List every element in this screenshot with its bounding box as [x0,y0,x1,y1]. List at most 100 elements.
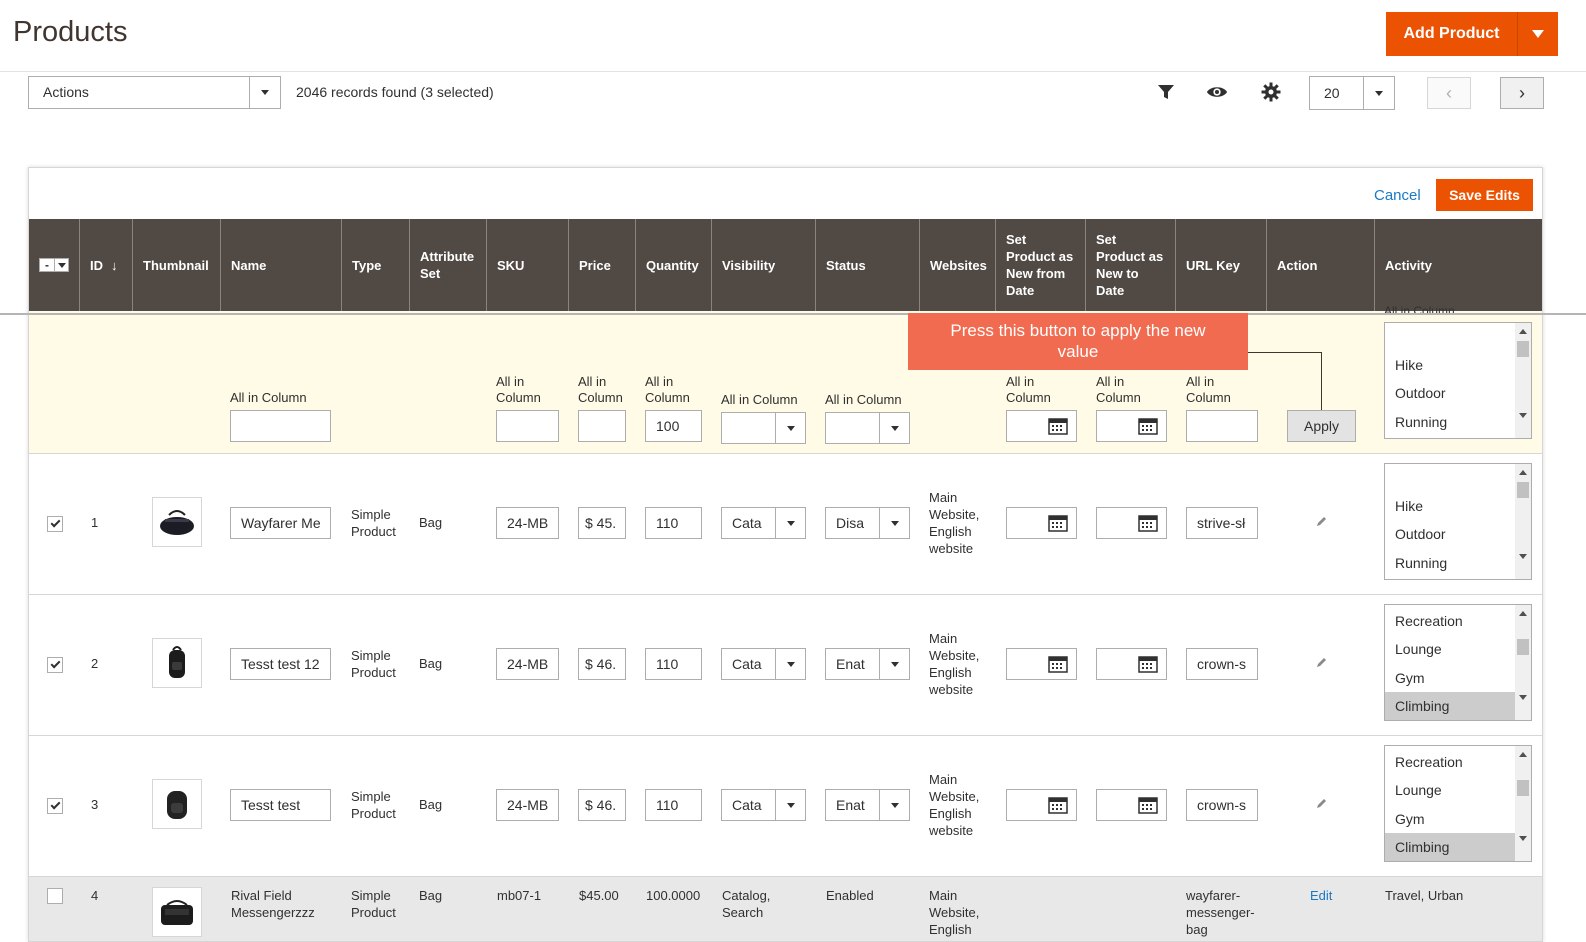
actions-dropdown[interactable]: Actions [28,76,281,109]
per-page-toggle[interactable] [1363,77,1394,109]
row-price-input[interactable]: $ 45. [578,507,626,539]
row-new-from-date[interactable] [1006,648,1077,680]
product-thumbnail[interactable] [152,638,202,688]
actions-dropdown-toggle[interactable] [249,77,280,108]
row-url-key-input[interactable]: crown-s [1186,648,1258,680]
product-thumbnail[interactable] [152,887,202,937]
activity-scrollbar[interactable] [1515,464,1531,579]
gear-icon[interactable] [1260,82,1282,102]
pencil-icon[interactable] [1315,798,1327,810]
activity-scrollbar[interactable] [1515,323,1531,438]
activity-option[interactable]: Lounge [1385,776,1515,804]
per-page-select[interactable]: 20 [1309,76,1395,110]
row-new-to-date[interactable] [1096,648,1167,680]
calendar-icon[interactable] [1138,514,1158,532]
calendar-icon[interactable] [1138,655,1158,673]
activity-option[interactable]: Running [1385,549,1515,577]
header-status[interactable]: Status [816,219,920,311]
header-visibility[interactable]: Visibility [712,219,816,311]
row-visibility-select[interactable]: Cata [721,507,806,539]
row-new-to-date[interactable] [1096,507,1167,539]
activity-option-selected[interactable]: Climbing [1385,692,1515,720]
row-activity-multiselect[interactable]: Recreation Lounge Gym Climbing [1384,745,1532,862]
add-product-label[interactable]: Add Product [1386,12,1518,56]
save-edits-button[interactable]: Save Edits [1436,179,1533,211]
pencil-icon[interactable] [1315,657,1327,669]
header-price[interactable]: Price [569,219,636,311]
activity-option[interactable]: Hike [1385,492,1515,520]
activity-scrollbar[interactable] [1515,605,1531,720]
prev-page-button[interactable]: ‹ [1427,77,1471,109]
header-new-to-date[interactable]: Set Product as New to Date [1086,219,1176,311]
header-sku[interactable]: SKU [487,219,569,311]
header-id[interactable]: ID ↓ [80,219,133,311]
activity-option[interactable]: Recreation [1385,748,1515,776]
row-checkbox[interactable] [47,798,63,814]
row-quantity-input[interactable]: 110 [645,648,702,680]
activity-option-selected[interactable]: Climbing [1385,833,1515,861]
activity-option[interactable]: Gym [1385,805,1515,833]
mass-sku-input[interactable] [496,410,559,442]
row-name-input[interactable]: Tesst test 12 [230,648,331,680]
activity-scrollbar[interactable] [1515,746,1531,861]
mass-visibility-select[interactable] [721,412,806,444]
row-price-input[interactable]: $ 46. [578,789,626,821]
activity-option[interactable]: Outdoor [1385,520,1515,548]
row-new-to-date[interactable] [1096,789,1167,821]
activity-option[interactable]: Hike [1385,351,1515,379]
pencil-icon[interactable] [1315,516,1327,528]
calendar-icon[interactable] [1048,655,1068,673]
row-checkbox[interactable] [47,516,63,532]
row-activity-multiselect[interactable]: Recreation Lounge Gym Climbing [1384,604,1532,721]
row-status-select[interactable]: Enat [825,648,910,680]
header-name[interactable]: Name [221,219,342,311]
row-visibility-select[interactable]: Cata [721,648,806,680]
add-product-button[interactable]: Add Product [1386,12,1558,56]
row-edit-link[interactable]: Edit [1310,887,1332,904]
mass-new-from-date[interactable] [1006,410,1077,442]
row-sku-input[interactable]: 24-MB [496,648,559,680]
add-product-dropdown-toggle[interactable] [1518,12,1558,56]
header-type[interactable]: Type [342,219,410,311]
mass-price-input[interactable] [578,410,626,442]
row-status-select[interactable]: Enat [825,789,910,821]
calendar-icon[interactable] [1138,796,1158,814]
activity-option[interactable]: Recreation [1385,607,1515,635]
row-sku-input[interactable]: 24-MB [496,789,559,821]
row-price-input[interactable]: $ 46. [578,648,626,680]
header-url-key[interactable]: URL Key [1176,219,1267,311]
calendar-icon[interactable] [1138,417,1158,435]
apply-button[interactable]: Apply [1287,410,1356,442]
row-new-from-date[interactable] [1006,507,1077,539]
header-attribute-set[interactable]: Attribute Set [410,219,487,311]
activity-option[interactable]: Lounge [1385,635,1515,663]
row-new-from-date[interactable] [1006,789,1077,821]
mass-status-select[interactable] [825,412,910,444]
row-visibility-select[interactable]: Cata [721,789,806,821]
mass-name-input[interactable] [230,410,331,442]
next-page-button[interactable]: › [1500,77,1544,109]
activity-option[interactable]: Gym [1385,664,1515,692]
mass-url-key-input[interactable] [1186,410,1258,442]
calendar-icon[interactable] [1048,514,1068,532]
calendar-icon[interactable] [1048,796,1068,814]
row-name-input[interactable]: Tesst test [230,789,331,821]
row-name-input[interactable]: Wayfarer Me [230,507,331,539]
activity-option[interactable]: Running [1385,408,1515,436]
row-url-key-input[interactable]: crown-s [1186,789,1258,821]
header-mass-select[interactable]: - [29,219,80,311]
cancel-edits-link[interactable]: Cancel [1374,187,1421,204]
product-thumbnail[interactable] [152,779,202,829]
mass-new-to-date[interactable] [1096,410,1167,442]
filter-icon[interactable] [1155,82,1177,102]
row-checkbox[interactable] [47,657,63,673]
row-url-key-input[interactable]: strive-sł [1186,507,1258,539]
row-activity-multiselect[interactable]: Hike Outdoor Running [1384,463,1532,580]
row-quantity-input[interactable]: 110 [645,507,702,539]
mass-select-toggle[interactable] [55,258,69,272]
calendar-icon[interactable] [1048,417,1068,435]
eye-icon[interactable] [1206,82,1228,102]
activity-option[interactable]: Outdoor [1385,379,1515,407]
row-sku-input[interactable]: 24-MB [496,507,559,539]
header-quantity[interactable]: Quantity [636,219,712,311]
